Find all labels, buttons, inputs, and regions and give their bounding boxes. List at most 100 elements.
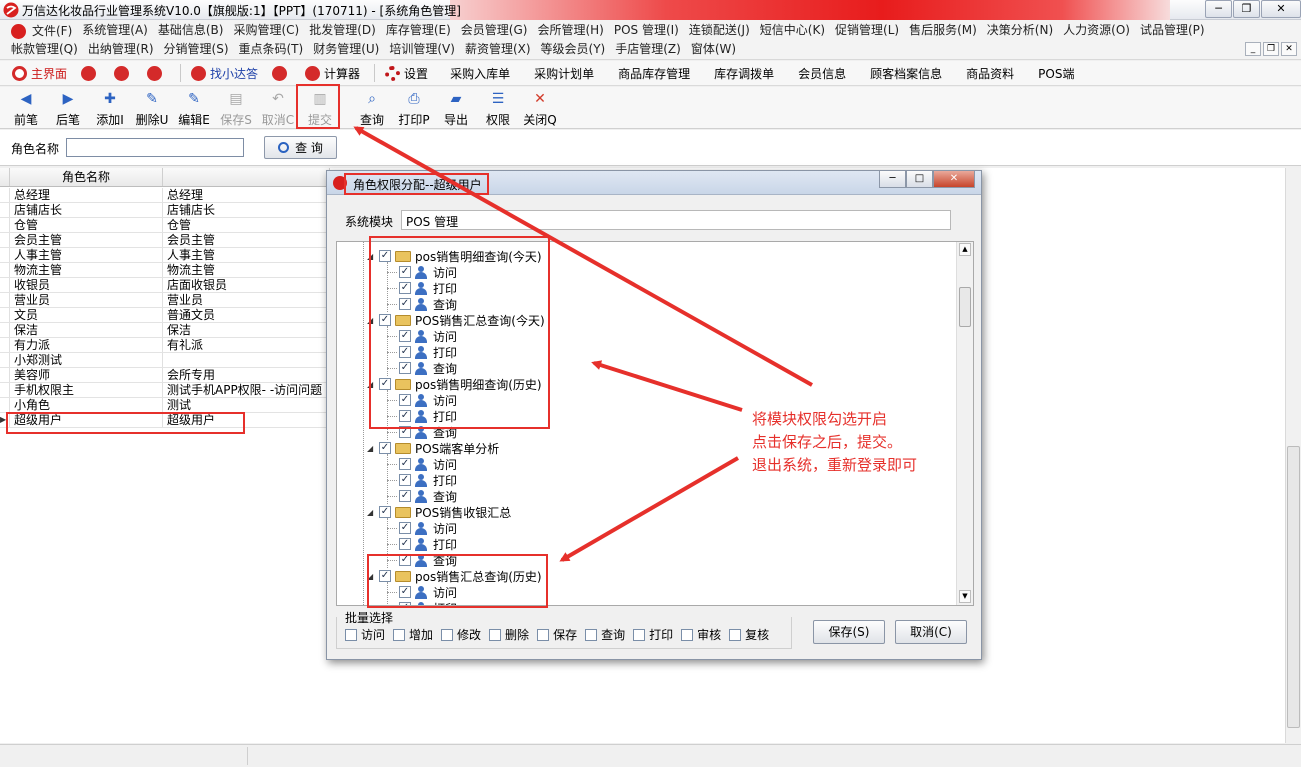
batch-option[interactable]: 打印 xyxy=(633,626,673,643)
batch-checkbox[interactable] xyxy=(393,628,406,641)
module-field[interactable]: POS 管理 xyxy=(401,210,951,230)
expand-arrow-icon[interactable]: ◢ xyxy=(367,444,376,453)
menu-item[interactable]: 批发管理(D) xyxy=(304,22,381,41)
quick-link[interactable]: 采购入库单 xyxy=(450,65,510,82)
column-header-description[interactable] xyxy=(163,168,330,186)
role-description-cell[interactable]: 测试 xyxy=(163,398,330,412)
role-name-cell[interactable]: 手机权限主 xyxy=(10,383,163,397)
dialog-maximize-button[interactable]: □ xyxy=(906,171,933,188)
menu-item[interactable]: 会所管理(H) xyxy=(532,22,608,41)
next-button[interactable]: ▶ 后笔 xyxy=(47,87,89,129)
table-row[interactable]: 物流主管 物流主管 xyxy=(0,263,330,278)
grid-scrollbar[interactable] xyxy=(1285,168,1301,743)
role-name-cell[interactable]: 小郑测试 xyxy=(10,353,163,367)
calculator-shortcut[interactable]: 计算器 xyxy=(305,65,360,82)
role-description-cell[interactable]: 店面收银员 xyxy=(163,278,330,292)
scroll-down-icon[interactable]: ▼ xyxy=(959,590,971,603)
dialog-minimize-button[interactable]: ─ xyxy=(879,171,906,188)
tree-permission-node[interactable]: ✓ 访问 xyxy=(387,520,457,536)
add-button[interactable]: ✚ 添加I xyxy=(89,87,131,129)
quick-link[interactable]: 库存调拨单 xyxy=(714,65,774,82)
table-row[interactable]: 店铺店长 店铺店长 xyxy=(0,203,330,218)
table-row[interactable]: 总经理 总经理 xyxy=(0,188,330,203)
table-row[interactable]: 手机权限主 测试手机APP权限- -访问问题 xyxy=(0,383,330,398)
query-button[interactable]: ⌕ 查询 xyxy=(351,87,393,129)
menu-item[interactable]: 人力资源(O) xyxy=(1058,22,1135,41)
lock-shortcut[interactable] xyxy=(81,65,100,81)
menu-item[interactable]: 分销管理(S) xyxy=(159,41,234,60)
batch-option[interactable]: 保存 xyxy=(537,626,577,643)
tree-permission-node[interactable]: ✓ 查询 xyxy=(387,488,457,504)
permission-checkbox[interactable]: ✓ xyxy=(379,442,391,454)
role-description-cell[interactable]: 测试手机APP权限- -访问问题 xyxy=(163,383,330,397)
cancel-toolbar-button[interactable]: ↶ 取消C xyxy=(257,87,299,129)
table-row[interactable]: 美容师 会所专用 xyxy=(0,368,330,383)
menu-item[interactable]: 连锁配送(J) xyxy=(684,22,755,41)
print-button[interactable]: ⎙ 打印P xyxy=(393,87,435,129)
table-row[interactable]: 会员主管 会员主管 xyxy=(0,233,330,248)
quick-link[interactable]: 商品资料 xyxy=(966,65,1014,82)
batch-option[interactable]: 修改 xyxy=(441,626,481,643)
scrollbar-thumb[interactable] xyxy=(1287,446,1300,728)
permission-button[interactable]: ☰ 权限 xyxy=(477,87,519,129)
export-button[interactable]: ▰ 导出 xyxy=(435,87,477,129)
batch-option[interactable]: 删除 xyxy=(489,626,529,643)
menu-item[interactable]: POS 管理(I) xyxy=(609,22,684,41)
batch-checkbox[interactable] xyxy=(681,628,694,641)
role-name-cell[interactable]: 店铺店长 xyxy=(10,203,163,217)
menu-item[interactable]: 重点条码(T) xyxy=(234,41,309,60)
role-description-cell[interactable]: 保洁 xyxy=(163,323,330,337)
role-description-cell[interactable]: 会员主管 xyxy=(163,233,330,247)
table-row[interactable]: 仓管 仓管 xyxy=(0,218,330,233)
message-shortcut[interactable] xyxy=(147,65,166,81)
batch-option[interactable]: 访问 xyxy=(345,626,385,643)
quick-link[interactable]: 顾客档案信息 xyxy=(870,65,942,82)
role-name-cell[interactable]: 总经理 xyxy=(10,188,163,202)
cancel-button[interactable]: 取消(C) xyxy=(895,620,967,644)
scroll-up-icon[interactable]: ▲ xyxy=(959,243,971,256)
role-name-cell[interactable]: 保洁 xyxy=(10,323,163,337)
delete-button[interactable]: ✎ 删除U xyxy=(131,87,173,129)
menu-item[interactable]: 基础信息(B) xyxy=(153,22,229,41)
minimize-button[interactable]: ─ xyxy=(1205,0,1232,18)
table-row[interactable]: 收银员 店面收银员 xyxy=(0,278,330,293)
role-name-cell[interactable]: 会员主管 xyxy=(10,233,163,247)
menu-item[interactable]: 手店管理(Z) xyxy=(610,41,686,60)
edit-button[interactable]: ✎ 编辑E xyxy=(173,87,215,129)
expand-arrow-icon[interactable]: ◢ xyxy=(367,508,376,517)
role-name-input[interactable] xyxy=(66,138,244,157)
role-description-cell[interactable]: 店铺店长 xyxy=(163,203,330,217)
batch-checkbox[interactable] xyxy=(585,628,598,641)
search-button[interactable]: 查 询 xyxy=(264,136,337,159)
tree-permission-node[interactable]: ✓ 访问 xyxy=(387,456,457,472)
role-description-cell[interactable]: 营业员 xyxy=(163,293,330,307)
role-description-cell[interactable]: 会所专用 xyxy=(163,368,330,382)
quick-link[interactable]: 商品库存管理 xyxy=(618,65,690,82)
table-row[interactable]: 保洁 保洁 xyxy=(0,323,330,338)
save-toolbar-button[interactable]: ▤ 保存S xyxy=(215,87,257,129)
menu-item[interactable]: 促销管理(L) xyxy=(830,22,904,41)
permission-checkbox[interactable]: ✓ xyxy=(399,538,411,550)
batch-checkbox[interactable] xyxy=(441,628,454,641)
dialog-close-button[interactable]: ✕ xyxy=(933,171,975,188)
tree-group-node[interactable]: ◢ ✓ POS销售收银汇总 xyxy=(367,504,511,520)
save-button[interactable]: 保存(S) xyxy=(813,620,885,644)
tree-scrollbar[interactable]: ▲ ▼ xyxy=(956,242,973,605)
role-name-cell[interactable]: 营业员 xyxy=(10,293,163,307)
batch-checkbox[interactable] xyxy=(345,628,357,641)
role-name-cell[interactable]: 小角色 xyxy=(10,398,163,412)
chat-shortcut[interactable] xyxy=(114,65,133,81)
mdi-close-button[interactable]: ✕ xyxy=(1281,42,1297,56)
menu-item[interactable]: 系统管理(A) xyxy=(77,22,153,41)
role-name-cell[interactable]: 文员 xyxy=(10,308,163,322)
menu-item[interactable]: 薪资管理(X) xyxy=(460,41,536,60)
role-name-cell[interactable]: 收银员 xyxy=(10,278,163,292)
permission-checkbox[interactable]: ✓ xyxy=(399,490,411,502)
settings-shortcut[interactable]: 设置 xyxy=(385,65,428,82)
menu-item[interactable]: 文件(F) xyxy=(6,22,77,41)
permission-checkbox[interactable]: ✓ xyxy=(399,458,411,470)
batch-checkbox[interactable] xyxy=(537,628,550,641)
table-row[interactable]: 营业员 营业员 xyxy=(0,293,330,308)
menu-item[interactable]: 试品管理(P) xyxy=(1135,22,1210,41)
menu-item[interactable]: 财务管理(U) xyxy=(308,41,384,60)
